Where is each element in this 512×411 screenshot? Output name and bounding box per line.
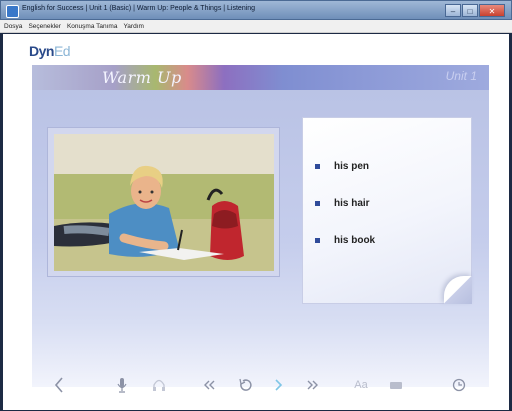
microphone-icon[interactable]: [111, 375, 133, 395]
keyboard-icon[interactable]: [385, 375, 407, 395]
headphones-icon[interactable]: [148, 375, 170, 395]
minimize-button[interactable]: –: [445, 4, 461, 17]
bullet-icon: [315, 201, 320, 206]
title-bar: English for Success | Unit 1 (Basic) | W…: [0, 0, 512, 20]
app-icon: [6, 5, 19, 18]
clock-icon[interactable]: [448, 375, 470, 395]
choice-item[interactable]: his hair: [315, 198, 370, 209]
choice-item[interactable]: his book: [315, 235, 375, 246]
logo-main-text: Dyn: [29, 43, 54, 59]
menu-speech-recognition[interactable]: Konuşma Tanıma: [67, 23, 117, 30]
rewind-icon[interactable]: [198, 375, 220, 395]
window-title: English for Success | Unit 1 (Basic) | W…: [22, 5, 256, 12]
fast-forward-icon[interactable]: [302, 375, 324, 395]
lesson-stage: Warm Up Unit 1 his pen his hair his book: [32, 65, 489, 387]
text-size-icon[interactable]: Aa: [349, 375, 373, 395]
forward-icon[interactable]: [268, 375, 290, 395]
page-curl: [444, 276, 472, 304]
menu-file[interactable]: Dosya: [4, 23, 22, 30]
bullet-icon: [315, 238, 320, 243]
bullet-icon: [315, 164, 320, 169]
lesson-toolbar: Aa: [32, 372, 489, 400]
lesson-page: DynEd Warm Up Unit 1 his pen his hair hi…: [3, 34, 509, 410]
menu-help[interactable]: Yardım: [123, 23, 143, 30]
lesson-banner: Warm Up Unit 1: [32, 65, 489, 90]
back-arrow-icon[interactable]: [48, 375, 70, 395]
boy-illustration: [54, 134, 274, 271]
choice-label: his hair: [334, 198, 370, 209]
banner-unit: Unit 1: [445, 69, 477, 83]
menu-options[interactable]: Seçenekler: [28, 23, 61, 30]
dyned-logo: DynEd: [29, 43, 71, 59]
choice-label: his pen: [334, 161, 370, 172]
boy-photo[interactable]: [54, 134, 274, 271]
replay-icon[interactable]: [234, 375, 256, 395]
choice-label: his book: [334, 235, 376, 246]
banner-title: Warm Up: [102, 68, 182, 87]
maximize-button[interactable]: □: [462, 4, 478, 17]
photo-frame: [47, 127, 280, 277]
menu-bar: Dosya Seçenekler Konuşma Tanıma Yardım: [0, 20, 512, 33]
choice-item[interactable]: his pen: [315, 161, 369, 172]
answer-card: his pen his hair his book: [302, 117, 472, 304]
logo-accent-text: Ed: [53, 43, 71, 59]
close-button[interactable]: ✕: [479, 4, 505, 17]
